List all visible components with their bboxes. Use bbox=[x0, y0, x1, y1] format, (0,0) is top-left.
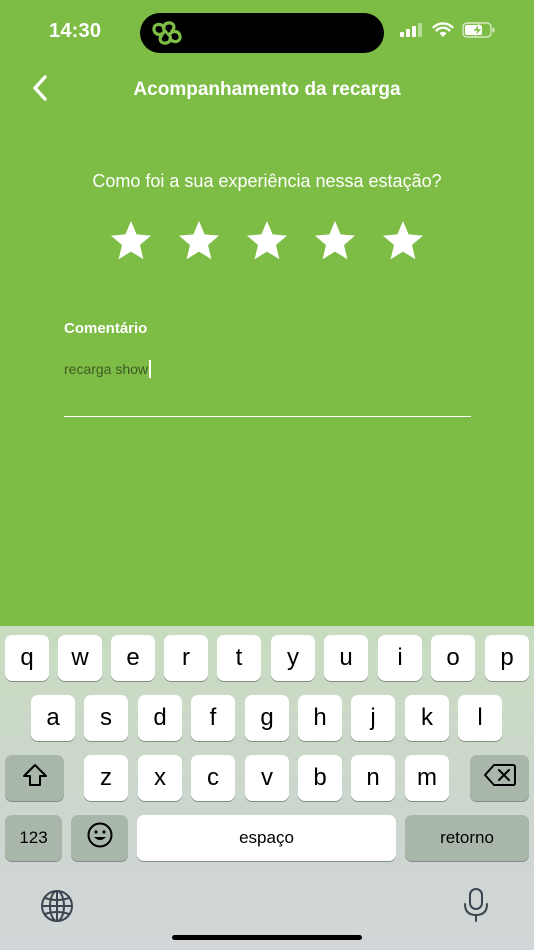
star-icon[interactable] bbox=[109, 219, 153, 263]
key-m[interactable]: m bbox=[405, 755, 449, 801]
star-icon[interactable] bbox=[177, 219, 221, 263]
key-d[interactable]: d bbox=[138, 695, 182, 741]
emoji-icon bbox=[86, 821, 114, 856]
battery-charging-icon bbox=[462, 22, 496, 43]
key-e[interactable]: e bbox=[111, 635, 155, 681]
key-v[interactable]: v bbox=[245, 755, 289, 801]
key-w[interactable]: w bbox=[58, 635, 102, 681]
key-x[interactable]: x bbox=[138, 755, 182, 801]
key-z[interactable]: z bbox=[84, 755, 128, 801]
key-k[interactable]: k bbox=[405, 695, 449, 741]
key-f[interactable]: f bbox=[191, 695, 235, 741]
key-y[interactable]: y bbox=[271, 635, 315, 681]
backspace-icon bbox=[483, 763, 516, 794]
key-a[interactable]: a bbox=[31, 695, 75, 741]
cellular-signal-icon bbox=[400, 23, 424, 42]
key-t[interactable]: t bbox=[217, 635, 261, 681]
comment-value: recarga show bbox=[64, 361, 149, 377]
key-r[interactable]: r bbox=[164, 635, 208, 681]
return-key[interactable]: retorno bbox=[405, 815, 529, 861]
key-g[interactable]: g bbox=[245, 695, 289, 741]
shift-key[interactable] bbox=[5, 755, 64, 801]
star-rating[interactable] bbox=[109, 219, 425, 263]
link-rings-icon bbox=[150, 19, 184, 52]
rating-question: Como foi a sua experiência nessa estação… bbox=[92, 171, 442, 191]
delete-key[interactable] bbox=[470, 755, 529, 801]
key-c[interactable]: c bbox=[191, 755, 235, 801]
globe-icon[interactable] bbox=[39, 888, 75, 929]
key-j[interactable]: j bbox=[351, 695, 395, 741]
home-indicator bbox=[172, 935, 362, 940]
key-b[interactable]: b bbox=[298, 755, 342, 801]
screen: 14:30 Acompanhamento da recarga Como foi… bbox=[0, 0, 534, 950]
shift-icon bbox=[21, 762, 49, 795]
status-icons bbox=[400, 22, 496, 43]
comment-label: Comentário bbox=[64, 320, 148, 337]
status-time: 14:30 bbox=[49, 20, 102, 42]
star-icon[interactable] bbox=[381, 219, 425, 263]
page-title: Acompanhamento da recarga bbox=[133, 79, 401, 100]
keyboard: q w e r t y u i o p a s d f g h j k l z … bbox=[0, 626, 534, 950]
wifi-icon bbox=[432, 22, 454, 43]
microphone-icon[interactable] bbox=[462, 886, 490, 929]
key-l[interactable]: l bbox=[458, 695, 502, 741]
key-u[interactable]: u bbox=[324, 635, 368, 681]
key-i[interactable]: i bbox=[378, 635, 422, 681]
key-p[interactable]: p bbox=[485, 635, 529, 681]
key-s[interactable]: s bbox=[84, 695, 128, 741]
dynamic-island bbox=[140, 13, 384, 53]
key-h[interactable]: h bbox=[298, 695, 342, 741]
numbers-key[interactable]: 123 bbox=[5, 815, 62, 861]
emoji-key[interactable] bbox=[71, 815, 128, 861]
star-icon[interactable] bbox=[313, 219, 357, 263]
text-caret bbox=[149, 360, 152, 378]
comment-input[interactable]: recarga show bbox=[64, 356, 471, 417]
key-o[interactable]: o bbox=[431, 635, 475, 681]
comment-value-wrapper: recarga show bbox=[64, 360, 152, 378]
key-q[interactable]: q bbox=[5, 635, 49, 681]
star-icon[interactable] bbox=[245, 219, 289, 263]
key-n[interactable]: n bbox=[351, 755, 395, 801]
space-key[interactable]: espaço bbox=[137, 815, 396, 861]
